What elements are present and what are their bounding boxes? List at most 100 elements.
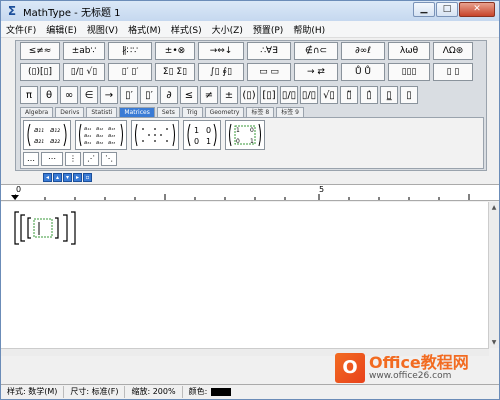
close-button[interactable]: ✕: [459, 2, 495, 17]
arrow-symbols-palette[interactable]: →⇔↓: [198, 42, 244, 60]
tab-geometry[interactable]: Geometry: [204, 107, 245, 117]
midline-ellipsis-button[interactable]: ⋯: [41, 152, 63, 166]
right-arrow-button[interactable]: →: [100, 86, 118, 104]
fence-templates-palette[interactable]: (▯)[▯]: [20, 63, 60, 81]
menu-help[interactable]: 帮助(H): [288, 23, 330, 36]
status-bar: 样式: 数学(M) 尺寸: 标准(F) 缩放: 200% 颜色:: [1, 384, 499, 399]
down-diagonal-ellipsis-button[interactable]: ⋱: [101, 152, 117, 166]
theta-button[interactable]: θ: [40, 86, 58, 104]
not-equal-button[interactable]: ≠: [200, 86, 218, 104]
embellishments-palette[interactable]: ∦∷∵: [108, 42, 152, 60]
small-fraction-button[interactable]: ▯/▯: [300, 86, 318, 104]
status-zoom: 缩放: 200%: [125, 386, 183, 398]
identity-matrix-template[interactable]: 10 01: [183, 120, 221, 150]
identity-matrix-icon: 10 01: [187, 123, 217, 147]
menu-format[interactable]: 格式(M): [123, 23, 166, 36]
minimize-button[interactable]: ▁: [413, 2, 435, 17]
matrix-templates-palette[interactable]: ▯▯▯: [388, 63, 430, 81]
ruler-label-start: 0: [16, 185, 22, 194]
scroll-down-icon[interactable]: ▼: [489, 337, 499, 348]
status-size: 尺寸: 标准(F): [64, 386, 126, 398]
matrix-3x3-icon: a₁₁ a₁₂ a₁₃ a₂₁ a₂₂ a₂₃ a₃₁ a₃₂ a₃₃: [79, 123, 123, 147]
matrix-2x2-template[interactable]: a₁₁ a₁₂ a₂₁ a₂₂: [23, 120, 71, 150]
spaces-ellipses-palette[interactable]: ±ab∵: [63, 42, 105, 60]
menu-preferences[interactable]: 预置(P): [248, 23, 288, 36]
vertical-scrollbar[interactable]: ▲ ▼: [488, 202, 499, 348]
svg-text:a₁₃: a₁₃: [108, 126, 115, 132]
box-button[interactable]: ▯: [400, 86, 418, 104]
element-of-button[interactable]: ∈: [80, 86, 98, 104]
nudge-up-icon[interactable]: ▴: [53, 173, 62, 182]
fraction-radical-palette[interactable]: ▯/▯ √▯: [63, 63, 105, 81]
sqrt-button[interactable]: √▯: [320, 86, 338, 104]
plus-minus-button[interactable]: ±: [220, 86, 238, 104]
parentheses-button[interactable]: (▯): [240, 86, 258, 104]
tab-trig[interactable]: Trig: [181, 107, 203, 117]
tab-sets[interactable]: Sets: [156, 107, 180, 117]
svg-text:0: 0: [194, 137, 199, 146]
less-equal-button[interactable]: ≤: [180, 86, 198, 104]
infinity-button[interactable]: ∞: [60, 86, 78, 104]
watermark-url: www.office26.com: [369, 371, 452, 381]
products-set-theory-palette[interactable]: Ů Ů: [341, 63, 385, 81]
tab-algebra[interactable]: Algebra: [20, 107, 54, 117]
relational-symbols-palette[interactable]: ≤≠≈: [20, 42, 60, 60]
integral-palette[interactable]: ∫▯ ∮▯: [198, 63, 244, 81]
tab-derivs[interactable]: Derivs: [55, 107, 85, 117]
subscript-superscript-palette[interactable]: ▯′ ▯′: [108, 63, 152, 81]
menu-size[interactable]: 大小(Z): [207, 23, 248, 36]
nudge-down-icon[interactable]: ▾: [63, 173, 72, 182]
underbar-overbar-palette[interactable]: ▭ ▭: [247, 63, 291, 81]
superscript-button[interactable]: ▯̈: [340, 86, 358, 104]
diagonal-matrix-template[interactable]: 1 0 0 1: [225, 120, 265, 150]
vertical-ellipsis-button[interactable]: ⋮: [65, 152, 81, 166]
subscript-button[interactable]: ▯̇: [360, 86, 378, 104]
greek-uppercase-palette[interactable]: ΛΩ⊛: [433, 42, 473, 60]
matrix-3x3-template[interactable]: a₁₁ a₁₂ a₁₃ a₂₁ a₂₂ a₂₃ a₃₁ a₃₂ a₃₃: [75, 120, 127, 150]
labeled-arrow-palette[interactable]: → ⇄: [294, 63, 338, 81]
box-templates-palette[interactable]: ▯ ▯: [433, 63, 473, 81]
svg-text:a₂₁: a₂₁: [34, 137, 44, 145]
ruler: 0 5: [1, 184, 499, 201]
nudge-buttons: ◂ ▴ ▾ ▸ ▫: [43, 173, 92, 182]
tab-bar: Algebra Derivs Statisti Matrices Sets Tr…: [20, 107, 306, 117]
double-prime-button[interactable]: ▯′: [140, 86, 158, 104]
logical-symbols-palette[interactable]: ∴∀∃: [247, 42, 291, 60]
summation-palette[interactable]: Σ▯ Σ▯: [155, 63, 195, 81]
nudge-left-icon[interactable]: ◂: [43, 173, 52, 182]
prime-button[interactable]: ▯′: [120, 86, 138, 104]
fraction-button[interactable]: ▯/▯: [280, 86, 298, 104]
pi-button[interactable]: π: [20, 86, 38, 104]
tab-9[interactable]: 标签 9: [276, 107, 304, 117]
baseline-ellipsis-button[interactable]: …: [23, 152, 39, 166]
ellipsis-template-row: … ⋯ ⋮ ⋰ ⋱: [23, 152, 119, 166]
maximize-button[interactable]: □: [436, 2, 458, 17]
menu-file[interactable]: 文件(F): [1, 23, 41, 36]
nudge-reset-icon[interactable]: ▫: [83, 173, 92, 182]
partial-button[interactable]: ∂: [160, 86, 178, 104]
set-theory-palette[interactable]: ∉∩⊂: [294, 42, 338, 60]
brackets-button[interactable]: [▯]: [260, 86, 278, 104]
operator-symbols-palette[interactable]: ±•⊗: [155, 42, 195, 60]
diagonal-matrix-icon: 1 0 0 1: [229, 123, 261, 147]
menu-bar: 文件(F) 编辑(E) 视图(V) 格式(M) 样式(S) 大小(Z) 预置(P…: [1, 21, 499, 38]
greek-lowercase-palette[interactable]: λωθ: [388, 42, 430, 60]
matrix-nxn-template[interactable]: [131, 120, 179, 150]
up-diagonal-ellipsis-button[interactable]: ⋰: [83, 152, 99, 166]
symbol-toolbox: ≤≠≈ ±ab∵ ∦∷∵ ±•⊗ →⇔↓ ∴∀∃ ∉∩⊂ ∂∞ℓ λωθ ΛΩ⊛…: [15, 40, 487, 171]
tab-statistics[interactable]: Statisti: [86, 107, 118, 117]
nudge-right-icon[interactable]: ▸: [73, 173, 82, 182]
status-style: 样式: 数学(M): [1, 386, 65, 398]
menu-style[interactable]: 样式(S): [166, 23, 207, 36]
nested-brackets-equation[interactable]: [11, 210, 81, 246]
misc-symbols-palette[interactable]: ∂∞ℓ: [341, 42, 385, 60]
menu-edit[interactable]: 编辑(E): [41, 23, 82, 36]
tab-matrices[interactable]: Matrices: [119, 107, 155, 117]
scroll-up-icon[interactable]: ▲: [489, 202, 499, 213]
template-palette-row: (▯)[▯] ▯/▯ √▯ ▯′ ▯′ Σ▯ Σ▯ ∫▯ ∮▯ ▭ ▭ → ⇄ …: [20, 63, 476, 81]
tab-8[interactable]: 标签 8: [246, 107, 275, 117]
underscript-button[interactable]: ▯̲: [380, 86, 398, 104]
small-bar-row: π θ ∞ ∈ → ▯′ ▯′ ∂ ≤ ≠ ± (▯) [▯] ▯/▯ ▯/▯ …: [20, 86, 420, 104]
menu-view[interactable]: 视图(V): [82, 23, 123, 36]
watermark-text: Office教程网 www.office26.com: [369, 354, 469, 382]
